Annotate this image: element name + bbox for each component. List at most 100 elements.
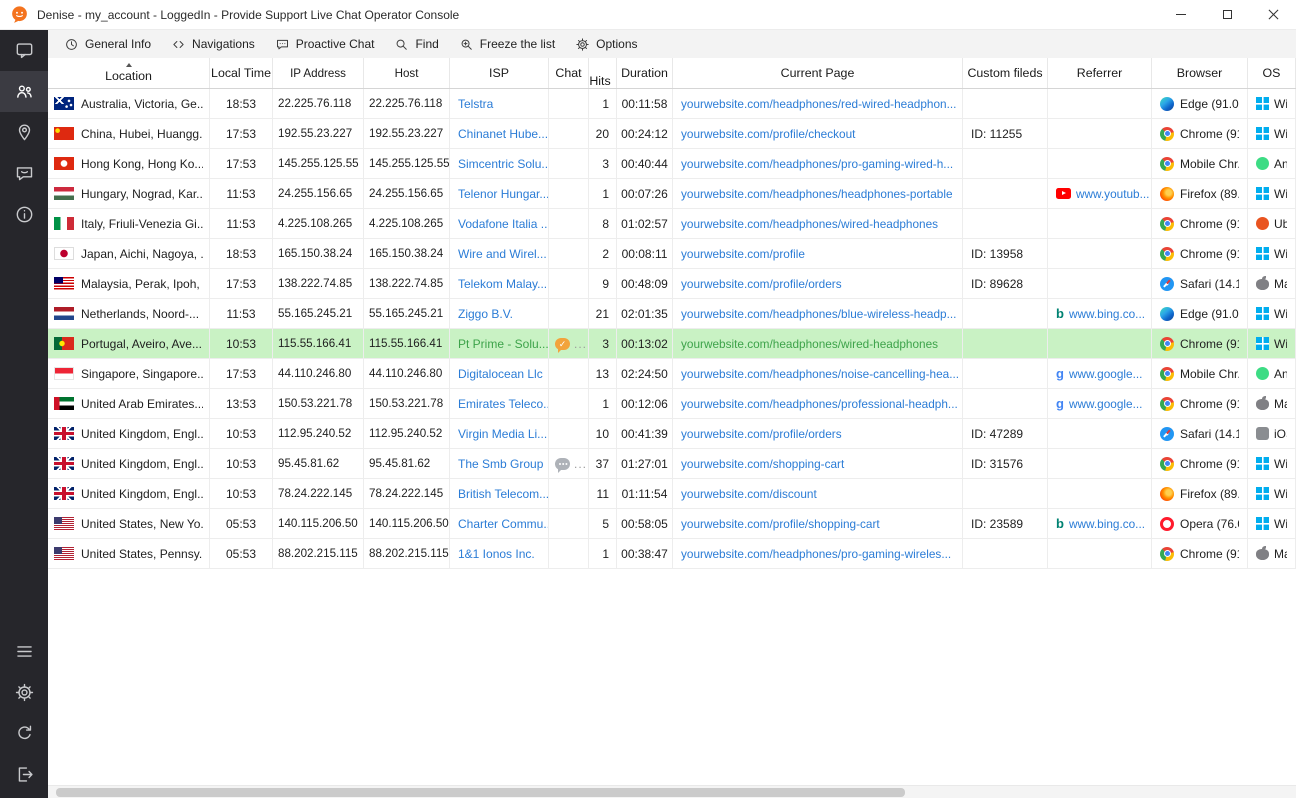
sidebar-item-conversations[interactable] — [0, 153, 48, 194]
column-header-ip[interactable]: IP Address — [273, 58, 364, 88]
column-header-duration[interactable]: Duration — [617, 58, 673, 88]
toolbar-navigations[interactable]: Navigations — [161, 30, 265, 58]
current-page-link[interactable]: yourwebsite.com/headphones/noise-cancell… — [681, 367, 959, 381]
visitor-row[interactable]: Netherlands, Noord-...11:5355.165.245.21… — [48, 299, 1296, 329]
isp-link[interactable]: Chinanet Hube... — [458, 127, 548, 141]
current-page-link[interactable]: yourwebsite.com/headphones/blue-wireless… — [681, 307, 956, 321]
isp-link[interactable]: Ziggo B.V. — [458, 307, 513, 321]
column-header-referrer[interactable]: Referrer — [1048, 58, 1152, 88]
current-page-link[interactable]: yourwebsite.com/profile/orders — [681, 277, 842, 291]
toolbar-proactive-chat[interactable]: Proactive Chat — [265, 30, 385, 58]
toolbar-freeze-the-list[interactable]: Freeze the list — [449, 30, 565, 58]
referrer-link[interactable]: www.bing.co... — [1069, 517, 1145, 531]
cell-chat — [549, 209, 589, 238]
sidebar-item-settings[interactable] — [0, 672, 48, 713]
isp-link[interactable]: Telstra — [458, 97, 493, 111]
cell-isp: Pt Prime - Solu... — [450, 329, 549, 358]
minimize-button[interactable] — [1158, 0, 1204, 29]
sidebar-item-info[interactable] — [0, 194, 48, 235]
current-page-link[interactable]: yourwebsite.com/headphones/pro-gaming-wi… — [681, 157, 953, 171]
visitor-row[interactable]: United Arab Emirates...13:53150.53.221.7… — [48, 389, 1296, 419]
toolbar-options[interactable]: Options — [565, 30, 647, 58]
cell-location: Hong Kong, Hong Ko... — [48, 149, 210, 178]
current-page-link[interactable]: yourwebsite.com/headphones/headphones-po… — [681, 187, 953, 201]
current-page-link[interactable]: yourwebsite.com/headphones/pro-gaming-wi… — [681, 547, 951, 561]
current-page-link[interactable]: yourwebsite.com/profile/shopping-cart — [681, 517, 880, 531]
visitor-row[interactable]: Australia, Victoria, Ge...18:5322.225.76… — [48, 89, 1296, 119]
cell-os: Mac — [1248, 389, 1296, 418]
isp-link[interactable]: The Smb Group — [458, 457, 543, 471]
isp-link[interactable]: British Telecom... — [458, 487, 549, 501]
referrer-link[interactable]: www.bing.co... — [1069, 307, 1145, 321]
visitor-row[interactable]: China, Hubei, Huangg...17:53192.55.23.22… — [48, 119, 1296, 149]
current-page-link[interactable]: yourwebsite.com/profile — [681, 247, 805, 261]
scrollbar-thumb[interactable] — [56, 788, 905, 797]
toolbar-general-info[interactable]: General Info — [54, 30, 161, 58]
current-page-link[interactable]: yourwebsite.com/headphones/red-wired-hea… — [681, 97, 956, 111]
maximize-button[interactable] — [1204, 0, 1250, 29]
browser-label: Chrome (91... — [1180, 217, 1239, 231]
current-page-link[interactable]: yourwebsite.com/headphones/professional-… — [681, 397, 958, 411]
isp-link[interactable]: Virgin Media Li... — [458, 427, 547, 441]
visitor-row[interactable]: Malaysia, Perak, Ipoh, ...17:53138.222.7… — [48, 269, 1296, 299]
sidebar-item-logout[interactable] — [0, 754, 48, 795]
column-header-browser[interactable]: Browser — [1152, 58, 1248, 88]
column-header-hits[interactable]: Hits — [589, 58, 617, 88]
current-page-link[interactable]: yourwebsite.com/shopping-cart — [681, 457, 844, 471]
sidebar-item-visitors[interactable] — [0, 71, 48, 112]
column-header-chat[interactable]: Chat — [549, 58, 589, 88]
isp-link[interactable]: Telekom Malay... — [458, 277, 547, 291]
visitor-row[interactable]: Italy, Friuli-Venezia Gi...11:534.225.10… — [48, 209, 1296, 239]
current-page-link[interactable]: yourwebsite.com/headphones/wired-headpho… — [681, 337, 938, 351]
isp-link[interactable]: Simcentric Solu... — [458, 157, 549, 171]
toolbar-label: Find — [415, 37, 438, 51]
current-page-link[interactable]: yourwebsite.com/profile/orders — [681, 427, 842, 441]
visitor-row[interactable]: United States, Pennsy...05:5388.202.215.… — [48, 539, 1296, 569]
location-text: China, Hubei, Huangg... — [81, 127, 203, 141]
column-header-time[interactable]: Local Time — [210, 58, 273, 88]
visitor-row[interactable]: United Kingdom, Engl...10:5395.45.81.629… — [48, 449, 1296, 479]
cell-host: 150.53.221.78 — [364, 389, 450, 418]
column-header-host[interactable]: Host — [364, 58, 450, 88]
current-page-link[interactable]: yourwebsite.com/headphones/wired-headpho… — [681, 217, 938, 231]
referrer-link[interactable]: www.google... — [1069, 397, 1142, 411]
cell-isp: Telstra — [450, 89, 549, 118]
isp-link[interactable]: Charter Commu... — [458, 517, 549, 531]
visitor-row[interactable]: Portugal, Aveiro, Ave...10:53115.55.166.… — [48, 329, 1296, 359]
visitor-row[interactable]: United States, New Yo...05:53140.115.206… — [48, 509, 1296, 539]
visitor-row[interactable]: Singapore, Singapore...17:5344.110.246.8… — [48, 359, 1296, 389]
toolbar-find[interactable]: Find — [384, 30, 448, 58]
visitor-row[interactable]: Hong Kong, Hong Ko...17:53145.255.125.55… — [48, 149, 1296, 179]
referrer-link[interactable]: www.youtub... — [1076, 187, 1149, 201]
os-label: Win — [1274, 187, 1287, 201]
isp-link[interactable]: Wire and Wirel... — [458, 247, 547, 261]
isp-link[interactable]: Pt Prime - Solu... — [458, 337, 549, 351]
isp-link[interactable]: Digitalocean Llc — [458, 367, 543, 381]
cell-duration: 01:27:01 — [617, 449, 673, 478]
close-button[interactable] — [1250, 0, 1296, 29]
column-header-page[interactable]: Current Page — [673, 58, 963, 88]
referrer-link[interactable]: www.google... — [1069, 367, 1142, 381]
horizontal-scrollbar[interactable] — [48, 785, 1296, 798]
cell-custom: ID: 47289 — [963, 419, 1048, 448]
isp-link[interactable]: Emirates Teleco... — [458, 397, 549, 411]
browser-label: Chrome (91... — [1180, 127, 1239, 141]
column-header-isp[interactable]: ISP — [450, 58, 549, 88]
visitor-row[interactable]: Hungary, Nograd, Kar...11:5324.255.156.6… — [48, 179, 1296, 209]
visitor-row[interactable]: United Kingdom, Engl...10:53112.95.240.5… — [48, 419, 1296, 449]
sidebar-item-chats[interactable] — [0, 30, 48, 71]
column-header-os[interactable]: OS — [1248, 58, 1296, 88]
visitor-row[interactable]: Japan, Aichi, Nagoya, ...18:53165.150.38… — [48, 239, 1296, 269]
current-page-link[interactable]: yourwebsite.com/profile/checkout — [681, 127, 855, 141]
isp-link[interactable]: Telenor Hungar... — [458, 187, 549, 201]
visitor-row[interactable]: United Kingdom, Engl...10:5378.24.222.14… — [48, 479, 1296, 509]
ubuntu-icon — [1256, 217, 1269, 230]
current-page-link[interactable]: yourwebsite.com/discount — [681, 487, 817, 501]
sidebar-item-menu[interactable] — [0, 631, 48, 672]
sidebar-item-geo-location[interactable] — [0, 112, 48, 153]
sidebar-item-sync[interactable] — [0, 713, 48, 754]
isp-link[interactable]: 1&1 Ionos Inc. — [458, 547, 535, 561]
isp-link[interactable]: Vodafone Italia ... — [458, 217, 549, 231]
column-header-location[interactable]: Location — [48, 58, 210, 88]
column-header-custom[interactable]: Custom fileds — [963, 58, 1048, 88]
